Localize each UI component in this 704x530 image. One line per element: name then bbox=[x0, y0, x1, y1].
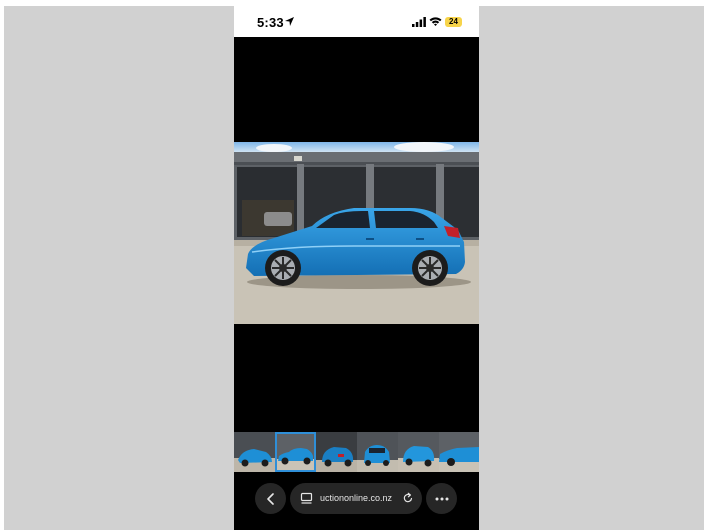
status-time: 5:33 bbox=[257, 15, 284, 30]
thumbnail-6[interactable] bbox=[439, 432, 479, 472]
browser-toolbar: uctiononline.co.nz bbox=[234, 478, 479, 518]
thumbnail-strip bbox=[234, 432, 479, 472]
phone-screen: 5:33 24 uctiononline.co.nz bbox=[234, 6, 479, 530]
status-bar: 5:33 24 bbox=[234, 6, 479, 37]
tabs-icon[interactable] bbox=[300, 492, 313, 505]
thumbnail-2[interactable] bbox=[275, 432, 316, 472]
thumbnail-1[interactable] bbox=[234, 432, 275, 472]
reload-icon[interactable] bbox=[402, 492, 414, 504]
cellular-signal-icon bbox=[412, 17, 426, 27]
url-text[interactable]: uctiononline.co.nz bbox=[320, 493, 392, 503]
thumbnail-3[interactable] bbox=[316, 432, 357, 472]
chevron-left-icon bbox=[266, 492, 274, 505]
battery-level-badge: 24 bbox=[445, 17, 462, 27]
thumbnail-4[interactable] bbox=[357, 432, 398, 472]
wifi-icon bbox=[429, 17, 442, 26]
more-button[interactable] bbox=[426, 483, 457, 514]
location-arrow-icon bbox=[285, 17, 294, 26]
address-bar[interactable]: uctiononline.co.nz bbox=[290, 483, 422, 514]
back-button[interactable] bbox=[255, 483, 286, 514]
thumbnail-5[interactable] bbox=[398, 432, 439, 472]
more-dots-icon bbox=[435, 497, 448, 500]
main-car-photo[interactable] bbox=[234, 142, 479, 324]
